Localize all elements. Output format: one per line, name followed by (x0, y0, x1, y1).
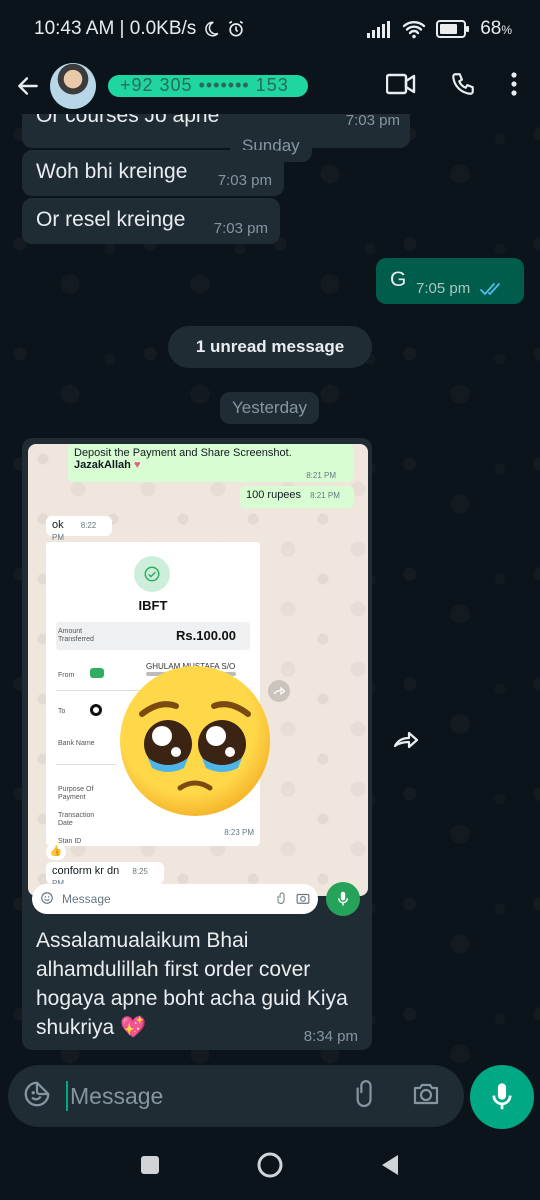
mic-icon (326, 882, 360, 916)
home-icon[interactable] (256, 1151, 284, 1184)
thumbs-up-icon: 👍 (46, 844, 66, 860)
video-call-icon[interactable] (385, 73, 416, 100)
bank-logo-icon (90, 704, 102, 716)
message-bubble[interactable]: Woh bhi kreinge 7:03 pm (22, 150, 284, 196)
message-time: 7:03 pm (345, 114, 400, 129)
message-text: Or courses Jo apne (36, 114, 220, 127)
receipt-title: IBFT (138, 598, 168, 613)
screenshot-input-placeholder: Message (62, 892, 111, 906)
message-bubble[interactable]: Or resel kreinge 7:03 pm (22, 198, 280, 244)
do-not-disturb-icon (202, 20, 220, 38)
message-bubble-outgoing[interactable]: G 7:05 pm (376, 258, 524, 304)
date-pill-text: Yesterday (232, 398, 307, 417)
receipt-label: Purpose Of Payment (58, 786, 94, 801)
screenshot-image[interactable]: Deposit the Payment and Share Screenshot… (28, 444, 368, 896)
recents-icon[interactable] (140, 1155, 160, 1180)
sparkling-heart-emoji-icon: 💖 (120, 1016, 147, 1039)
receipt-amount: Rs.100.00 (176, 628, 236, 643)
receipt-label: Amount Transferred (58, 628, 94, 643)
sticker-icon[interactable] (22, 1079, 52, 1114)
divider (56, 764, 116, 765)
bank-logo-icon (90, 668, 104, 678)
system-nav-bar (0, 1135, 540, 1200)
screenshot-text: JazakAllah ♥ (74, 459, 141, 471)
message-time: 8:34 pm (303, 1028, 358, 1045)
screenshot-text: conform kr dn (52, 865, 120, 877)
receipt-label: To (58, 708, 66, 715)
contact-name-text: +92 305 ••••••• 153 (120, 75, 289, 95)
receipt-label: From (58, 672, 75, 679)
screenshot-message: Deposit the Payment and Share Screenshot… (68, 444, 354, 482)
caption-text: Assalamualaikum Bhai alhamdulillah first… (36, 929, 348, 1039)
message-composer: Message (8, 1065, 464, 1127)
screenshot-time: 8:21 PM (310, 491, 340, 500)
battery-percent: 68% (480, 18, 512, 39)
message-text: Assalamualaikum Bhai alhamdulillah first… (36, 926, 366, 1042)
receipt-label: Transaction Date (58, 812, 95, 827)
back-icon[interactable] (380, 1154, 400, 1181)
check-circle-icon (134, 556, 170, 592)
message-text: G (390, 268, 407, 291)
forward-icon[interactable] (388, 722, 424, 758)
screenshot-text: ok (52, 519, 64, 531)
message-text: Woh bhi kreinge (36, 160, 188, 183)
camera-icon[interactable] (412, 1082, 440, 1111)
screenshot-time: 8:21 PM (306, 471, 336, 480)
screenshot-time: 8:23 PM (224, 828, 254, 837)
unread-banner-text: 1 unread message (195, 337, 345, 356)
pleading-face-emoji-icon (120, 666, 270, 816)
back-arrow-icon[interactable] (10, 68, 46, 104)
forward-icon (268, 680, 290, 702)
message-text: Or resel kreinge (36, 208, 186, 231)
attach-icon[interactable] (354, 1079, 376, 1114)
screenshot-text: 100 rupees (246, 489, 302, 501)
message-time: 7:05 pm (416, 280, 471, 297)
read-receipt-icon (480, 278, 504, 302)
message-input[interactable]: Message (66, 1081, 326, 1111)
screenshot-input-bar: Message (32, 884, 318, 914)
status-time: 10:43 AM | 0.0KB/s (34, 18, 197, 39)
message-time: 7:03 pm (213, 220, 268, 237)
screenshot-message: ok 8:22 PM (46, 516, 112, 542)
voice-message-button[interactable] (470, 1065, 534, 1129)
screenshot-message: conform kr dn 8:25 PM (46, 862, 164, 888)
screenshot-text: Deposit the Payment and Share Screenshot… (74, 447, 292, 459)
voice-call-icon[interactable] (450, 71, 476, 102)
chat-area[interactable]: Or courses Jo apne 7:03 pm Sunday Woh bh… (0, 114, 540, 1064)
alarm-icon (226, 19, 246, 39)
contact-name[interactable]: +92 305 ••••••• 153 (108, 75, 308, 97)
status-bar: 10:43 AM | 0.0KB/s 68% (0, 0, 540, 58)
battery-icon (436, 20, 470, 38)
screenshot-message: 100 rupees 8:21 PM (240, 486, 354, 508)
unread-banner: 1 unread message (168, 326, 372, 368)
attach-icon (276, 891, 288, 908)
message-time: 7:03 pm (217, 172, 272, 189)
chat-header: +92 305 ••••••• 153 (0, 58, 540, 114)
image-message[interactable]: Deposit the Payment and Share Screenshot… (22, 438, 372, 1050)
more-options-icon[interactable] (510, 71, 518, 102)
message-bubble[interactable]: Or courses Jo apne 7:03 pm (22, 114, 410, 148)
date-pill-yesterday: Yesterday (220, 392, 319, 424)
signal-icon (366, 20, 392, 38)
receipt-label: Bank Name (58, 740, 95, 747)
wifi-icon (402, 19, 426, 39)
camera-icon (296, 892, 310, 907)
mic-icon (492, 1083, 512, 1110)
emoji-icon (40, 891, 54, 908)
avatar[interactable] (50, 63, 96, 109)
